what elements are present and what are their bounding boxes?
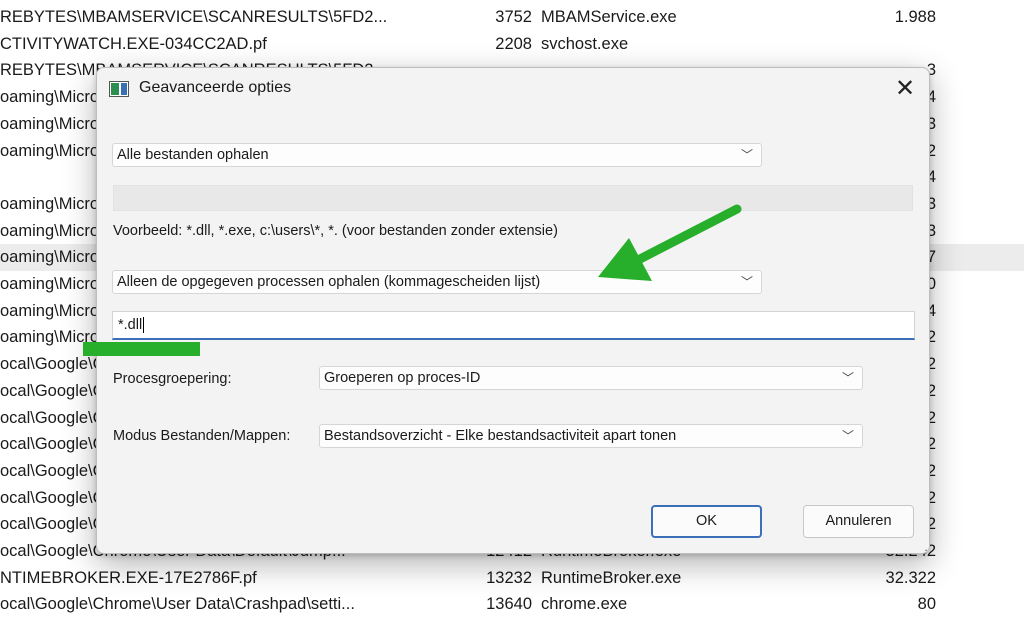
green-arrow-annotation bbox=[598, 204, 742, 281]
